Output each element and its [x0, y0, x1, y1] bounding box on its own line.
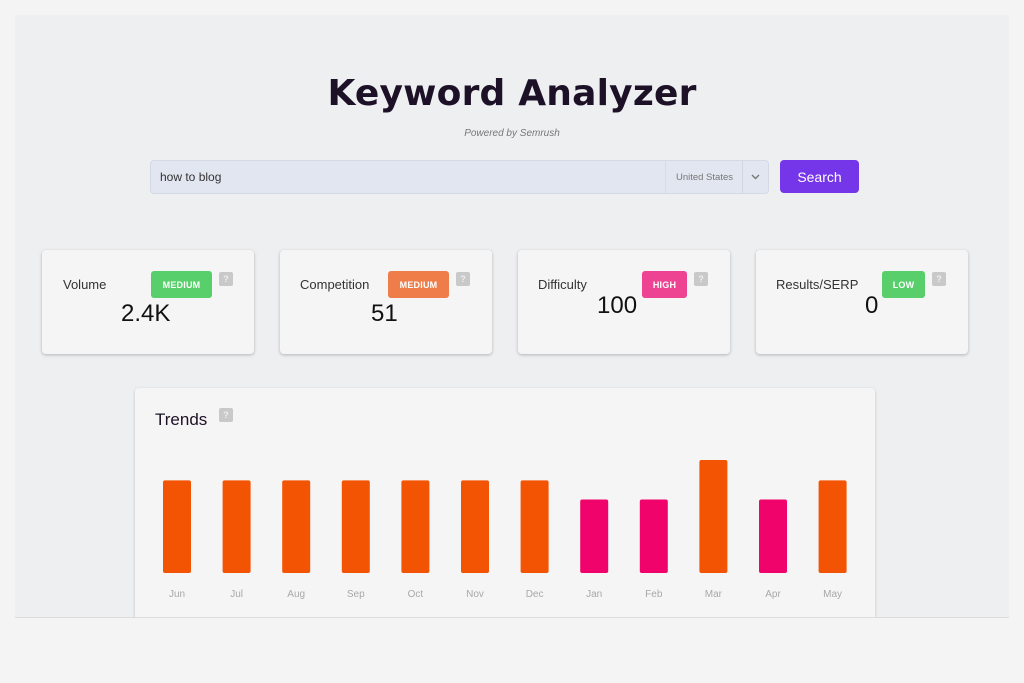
trends-chart: Jun Jul Aug Sep Oct Nov Dec Jan Feb Mar Apr May [163, 460, 847, 600]
metric-label: Results/SERP [776, 277, 859, 292]
x-tick-label: Jan [586, 589, 602, 600]
trend-bar-aug[interactable] [282, 480, 311, 573]
metric-card-results-serp: Results/SERP LOW ? 0 [756, 250, 968, 354]
x-tick-label: Nov [466, 589, 484, 600]
help-icon[interactable]: ? [456, 272, 470, 286]
trend-bar-oct[interactable] [401, 480, 430, 573]
search-button[interactable]: Search [780, 160, 859, 193]
x-tick-label: Sep [347, 589, 365, 600]
search-bar: United States [150, 160, 769, 194]
metric-value: 2.4K [121, 300, 171, 327]
trend-bar-jun[interactable] [163, 480, 191, 573]
x-tick-label: May [823, 589, 842, 600]
trend-bar-jul[interactable] [222, 480, 251, 573]
x-tick-label: Jun [169, 589, 185, 600]
country-select[interactable]: United States [664, 161, 742, 193]
trend-bar-mar[interactable] [699, 460, 728, 573]
x-tick-label: Aug [287, 589, 305, 600]
x-tick-label: Mar [705, 589, 723, 600]
metric-badge: LOW [882, 271, 925, 298]
help-icon[interactable]: ? [219, 272, 233, 286]
country-select-value: United States [675, 171, 733, 183]
help-icon[interactable]: ? [694, 272, 708, 286]
trend-bar-feb[interactable] [639, 499, 668, 573]
x-tick-label: Dec [526, 589, 544, 600]
chevron-down-icon [751, 174, 760, 180]
trend-bar-apr[interactable] [759, 499, 787, 573]
x-tick-label: Jul [230, 589, 243, 600]
trend-bar-sep[interactable] [341, 480, 370, 573]
trends-title: Trends [155, 410, 208, 429]
metric-label: Difficulty [538, 277, 587, 292]
trends-panel: Jun Jul Aug Sep Oct Nov Dec Jan Feb Mar Apr May Tre… [135, 388, 875, 617]
x-tick-label: Feb [645, 589, 663, 600]
metric-card-competition: Competition MEDIUM ? 51 [280, 250, 492, 354]
metric-label: Competition [300, 277, 370, 292]
trend-bar-dec[interactable] [520, 480, 549, 573]
keyword-search-input[interactable] [151, 161, 665, 193]
help-icon[interactable]: ? [932, 272, 946, 286]
page-title: Keyword Analyzer [327, 73, 697, 114]
powered-by-text: Powered by Semrush [464, 128, 560, 139]
x-tick-label: Apr [765, 589, 781, 600]
help-icon[interactable]: ? [219, 408, 233, 422]
trend-bar-jan[interactable] [580, 499, 609, 573]
x-tick-label: Oct [408, 589, 424, 600]
trend-bar-may[interactable] [818, 480, 847, 573]
metric-value: 0 [865, 292, 879, 319]
metric-card-difficulty: Difficulty HIGH ? 100 [518, 250, 730, 354]
metric-label: Volume [63, 277, 107, 292]
metric-badge: MEDIUM [388, 271, 449, 298]
metric-value: 51 [371, 300, 398, 327]
metric-badge: HIGH [642, 271, 687, 298]
metric-card-volume: Volume MEDIUM ? 2.4K [42, 250, 254, 354]
metric-badge: MEDIUM [151, 271, 212, 298]
trend-bar-nov[interactable] [461, 480, 489, 573]
keyword-analyzer-app: Keyword Analyzer Powered by Semrush Unit… [15, 15, 1009, 618]
country-dropdown-button[interactable] [742, 161, 768, 193]
metric-value: 100 [597, 292, 638, 319]
